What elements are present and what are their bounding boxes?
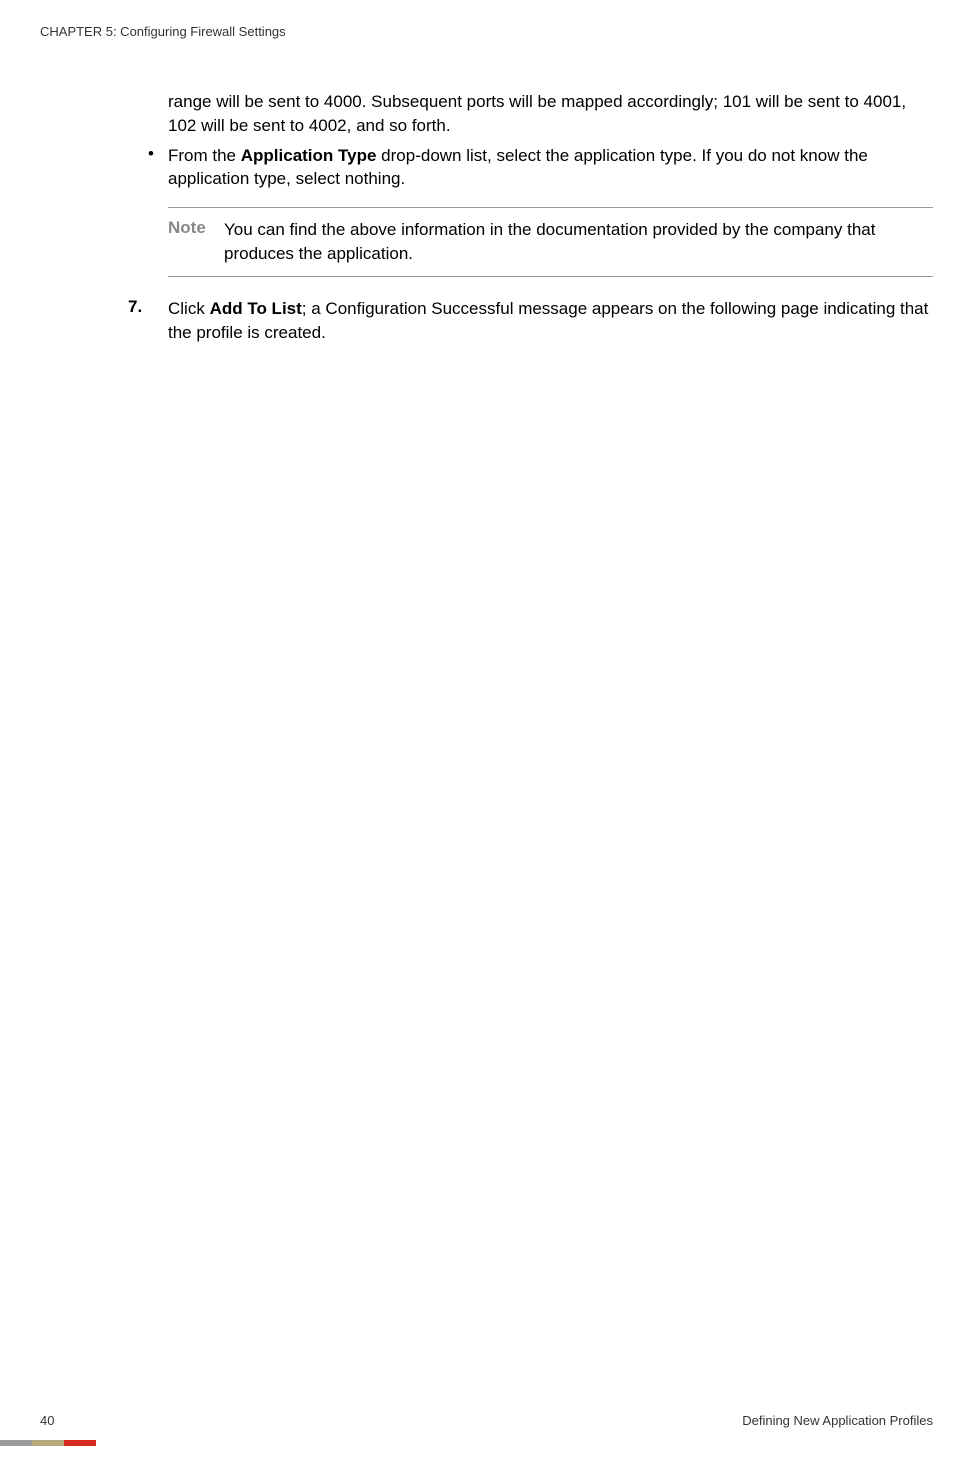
bullet-text: From the Application Type drop-down list… (168, 144, 933, 192)
footer-bars (0, 1440, 96, 1446)
step-bold: Add To List (210, 299, 302, 318)
note-box: Note You can find the above information … (168, 207, 933, 277)
paragraph-continuation: range will be sent to 4000. Subsequent p… (168, 90, 933, 138)
bullet-prefix: From the (168, 146, 241, 165)
step-item: 7. Click Add To List; a Configuration Su… (128, 297, 933, 345)
bullet-bold: Application Type (241, 146, 377, 165)
bullet-item: • From the Application Type drop-down li… (148, 144, 933, 192)
chapter-header: CHAPTER 5: Configuring Firewall Settings (40, 24, 286, 39)
step-text: Click Add To List; a Configuration Succe… (168, 297, 933, 345)
note-text: You can find the above information in th… (224, 218, 933, 266)
content-area: range will be sent to 4000. Subsequent p… (168, 90, 933, 344)
bar-gray (0, 1440, 32, 1446)
bullet-marker: • (148, 144, 168, 192)
page-number: 40 (40, 1413, 54, 1428)
bar-red (64, 1440, 96, 1446)
bar-tan (32, 1440, 64, 1446)
step-number: 7. (128, 297, 168, 345)
step-prefix: Click (168, 299, 210, 318)
section-title: Defining New Application Profiles (742, 1413, 933, 1428)
footer: 40 Defining New Application Profiles (40, 1413, 933, 1428)
note-label: Note (168, 218, 224, 266)
